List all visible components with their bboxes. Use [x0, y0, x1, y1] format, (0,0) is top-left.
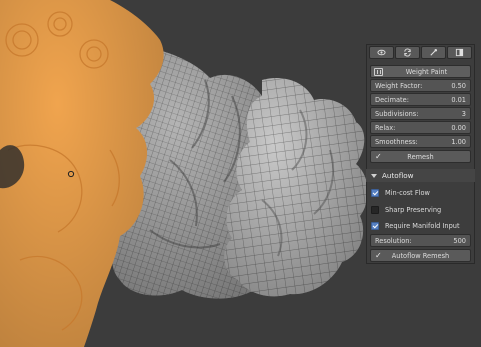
- layout-icon: [455, 48, 464, 57]
- checkbox-checked-icon: [371, 222, 379, 230]
- remesh-button[interactable]: ✓ Remesh: [370, 150, 471, 163]
- checkbox-checked-icon: [371, 189, 379, 197]
- panel-tabs: [369, 46, 472, 59]
- min-cost-flow-checkbox[interactable]: Min-cost Flow: [370, 187, 471, 199]
- require-manifold-checkbox[interactable]: Require Manifold Input: [370, 220, 471, 232]
- resolution-value: 500: [453, 236, 466, 245]
- remesh-label: Remesh: [407, 152, 434, 161]
- decimate-value: 0.01: [451, 95, 466, 104]
- refresh-icon: [404, 48, 411, 57]
- weight-paint-title: Weight Paint: [405, 67, 448, 76]
- autoflow-section-header[interactable]: Autoflow: [366, 169, 475, 182]
- relax-label: Relax:: [375, 123, 396, 132]
- weight-factor-value: 0.50: [451, 81, 466, 90]
- resolution-field[interactable]: Resolution: 500: [370, 234, 471, 247]
- min-cost-flow-label: Min-cost Flow: [385, 189, 430, 197]
- decimate-label: Decimate:: [375, 95, 409, 104]
- eyedropper-icon: [430, 48, 438, 56]
- weight-paint-header[interactable]: Weight Paint: [370, 65, 471, 78]
- autoflow-title: Autoflow: [382, 171, 414, 180]
- collapse-triangle-icon: [371, 173, 377, 178]
- resolution-label: Resolution:: [375, 236, 412, 245]
- checkmark-icon: ✓: [375, 251, 382, 260]
- tool-panel: Weight Paint Weight Factor: 0.50 Decimat…: [366, 44, 475, 264]
- checkbox-unchecked-icon: [371, 206, 379, 214]
- weight-paint-icon: [374, 68, 383, 76]
- weight-factor-label: Weight Factor:: [375, 81, 423, 90]
- mesh-selected-sculpt: [0, 0, 164, 347]
- relax-field[interactable]: Relax: 0.00: [370, 121, 471, 134]
- checkmark-icon: ✓: [375, 152, 382, 161]
- decimate-field[interactable]: Decimate: 0.01: [370, 93, 471, 106]
- tab-eye[interactable]: [369, 46, 394, 59]
- tab-refresh[interactable]: [395, 46, 420, 59]
- subdivisions-value: 3: [461, 109, 466, 118]
- tab-layout[interactable]: [447, 46, 472, 59]
- eye-icon: [377, 49, 386, 56]
- smoothness-value: 1.00: [451, 137, 466, 146]
- autoflow-remesh-button[interactable]: ✓ Autoflow Remesh: [370, 249, 471, 262]
- relax-value: 0.00: [451, 123, 466, 132]
- sharp-preserving-label: Sharp Preserving: [385, 206, 442, 214]
- require-manifold-label: Require Manifold Input: [385, 222, 460, 230]
- weight-factor-field[interactable]: Weight Factor: 0.50: [370, 79, 471, 92]
- subdivisions-label: Subdivisions:: [375, 109, 419, 118]
- smoothness-label: Smoothness:: [375, 137, 418, 146]
- sharp-preserving-checkbox[interactable]: Sharp Preserving: [370, 204, 471, 216]
- subdivisions-field[interactable]: Subdivisions: 3: [370, 107, 471, 120]
- autoflow-remesh-label: Autoflow Remesh: [391, 251, 450, 260]
- tab-eyedropper[interactable]: [421, 46, 446, 59]
- smoothness-field[interactable]: Smoothness: 1.00: [370, 135, 471, 148]
